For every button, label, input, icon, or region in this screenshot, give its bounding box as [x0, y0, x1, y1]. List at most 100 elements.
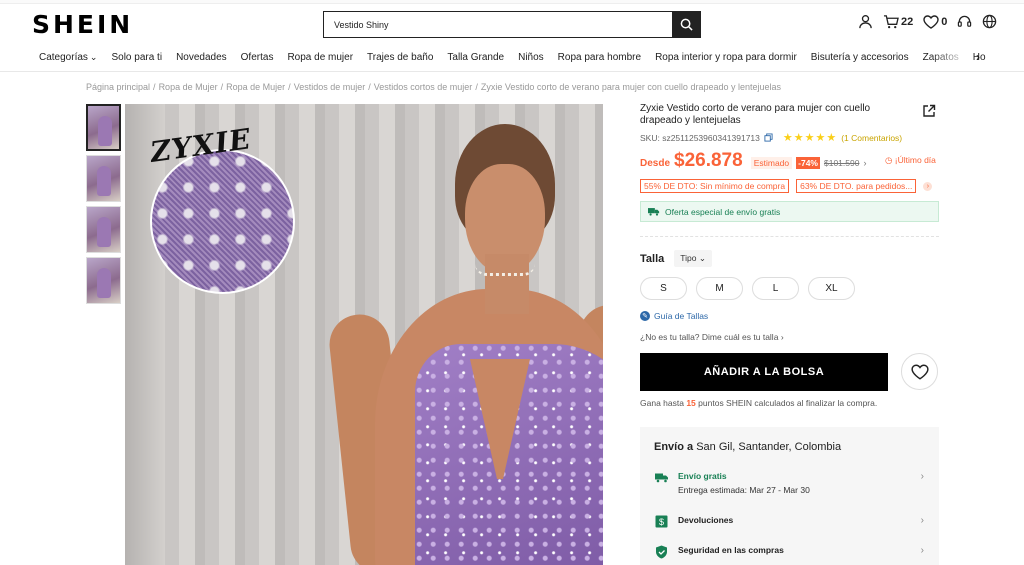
- size-option-s[interactable]: S: [640, 277, 687, 300]
- breadcrumb-link[interactable]: Ropa de Mujer: [159, 82, 218, 92]
- nav-item[interactable]: Solo para ti: [111, 52, 162, 63]
- breadcrumb: Página principal / Ropa de Mujer / Ropa de M…: [86, 82, 781, 92]
- chevron-right-icon[interactable]: ›: [863, 158, 866, 168]
- language-button[interactable]: [982, 14, 997, 29]
- sku-row: SKU: sz2511253960341391713 ★★★★★ (1 Come…: [640, 131, 902, 144]
- user-icon: [859, 15, 872, 29]
- add-to-bag-button[interactable]: AÑADIR A LA BOLSA: [640, 353, 888, 391]
- breadcrumb-link[interactable]: Página principal: [86, 82, 150, 92]
- wishlist-button[interactable]: 0: [923, 14, 948, 29]
- nav-item[interactable]: Categorías: [39, 52, 88, 63]
- share-button[interactable]: [922, 104, 936, 123]
- clock-icon: ◷: [885, 155, 893, 165]
- breadcrumb-separator: /: [220, 82, 224, 92]
- coupon-list: 55% DE DTO: Sin mínimo de compra 63% DE …: [640, 179, 933, 193]
- nav-fade: [930, 46, 970, 71]
- thumbnail-list: [86, 104, 121, 304]
- breadcrumb-link[interactable]: Vestidos cortos de mujer: [374, 82, 473, 92]
- nav-item[interactable]: Bisutería y accesorios: [811, 52, 909, 63]
- nav-item[interactable]: Ropa de mujer: [287, 52, 353, 63]
- truck-icon: [648, 208, 660, 216]
- coupon-badge[interactable]: 63% DE DTO. para pedidos...: [796, 179, 917, 193]
- product-title: Zyxie Vestido corto de verano para mujer…: [640, 103, 871, 126]
- rating-stars: ★★★★★: [782, 132, 838, 144]
- search-input[interactable]: [324, 12, 672, 37]
- breadcrumb-separator: /: [475, 82, 478, 92]
- divider: [640, 236, 939, 237]
- size-label: Talla: [640, 252, 665, 265]
- breadcrumb-separator: /: [368, 82, 371, 92]
- nav-next-button[interactable]: ›: [976, 50, 980, 64]
- search-button[interactable]: [672, 12, 700, 37]
- reviews-link[interactable]: (1 Comentarios): [841, 133, 902, 143]
- cart-button[interactable]: 22: [883, 14, 913, 29]
- returns-icon: $: [655, 515, 668, 528]
- search-bar: [323, 11, 701, 38]
- thumbnail[interactable]: [86, 257, 121, 304]
- account-button[interactable]: [858, 14, 873, 29]
- header-icons: 22 0: [858, 14, 997, 29]
- coupon-badge[interactable]: 55% DE DTO: Sin mínimo de compra: [640, 179, 790, 193]
- free-shipping-row[interactable]: Envío gratis Entrega estimada: Mar 27 - …: [654, 471, 924, 495]
- coupon-more-icon[interactable]: ›: [923, 181, 933, 191]
- free-shipping-banner: Oferta especial de envío gratis: [640, 201, 939, 222]
- fabric-detail-circle: [150, 149, 295, 294]
- nav-item[interactable]: Trajes de baño: [367, 52, 433, 63]
- top-strip: [0, 0, 1024, 4]
- cart-count: 22: [901, 15, 914, 28]
- breadcrumb-link[interactable]: Vestidos de mujer: [294, 82, 366, 92]
- globe-icon: [983, 14, 997, 29]
- chevron-down-icon: ⌄: [698, 253, 706, 263]
- nav-item[interactable]: Ofertas: [241, 52, 274, 63]
- breadcrumb-link[interactable]: Ropa de Mujer: [226, 82, 285, 92]
- price: $26.878: [674, 150, 743, 171]
- thumbnail[interactable]: [86, 206, 121, 253]
- size-type-dropdown[interactable]: Tipo ⌄: [674, 250, 712, 267]
- category-nav: Categorías ⌄ Solo para ti Novedades Ofertas R…: [0, 46, 1024, 72]
- nav-item[interactable]: Niños: [518, 52, 544, 63]
- svg-text:$: $: [659, 517, 664, 527]
- thumbnail[interactable]: [86, 155, 121, 202]
- main-product-image[interactable]: ZYXIE: [125, 104, 603, 565]
- price-row: Desde $26.878 Estimado -74% $101.590 ›: [640, 150, 866, 172]
- last-day-label: ◷ ¡Último día: [885, 155, 936, 165]
- old-price: $101.590: [823, 158, 860, 168]
- points-info: Gana hasta 15 puntos SHEIN calculados al…: [640, 398, 878, 408]
- shipping-panel: Envío a San Gil, Santander, Colombia Env…: [640, 427, 939, 565]
- price-prefix: Desde: [640, 158, 671, 169]
- size-option-l[interactable]: L: [752, 277, 799, 300]
- not-your-size-link[interactable]: ¿No es tu talla? Dime cuál es tu talla ›: [640, 332, 784, 342]
- heart-icon: [923, 14, 939, 29]
- support-button[interactable]: [957, 14, 972, 29]
- nav-item[interactable]: Novedades: [176, 52, 227, 63]
- add-to-wishlist-button[interactable]: [901, 353, 938, 390]
- size-header: Talla Tipo ⌄: [640, 250, 712, 267]
- nav-items: Categorías ⌄ Solo para ti Novedades Ofertas R…: [39, 52, 986, 63]
- wishlist-count: 0: [941, 15, 948, 28]
- size-option-m[interactable]: M: [696, 277, 743, 300]
- shein-logo[interactable]: SHEIN: [32, 10, 133, 39]
- breadcrumb-separator: /: [153, 82, 156, 92]
- copy-icon[interactable]: [764, 133, 773, 142]
- breadcrumb-link[interactable]: Zyxie Vestido corto de verano para mujer…: [481, 82, 781, 92]
- size-guide-link[interactable]: ✎ Guía de Tallas: [640, 311, 708, 321]
- breadcrumb-separator: /: [288, 82, 291, 92]
- truck-icon: [654, 473, 668, 483]
- sku-text: SKU: sz2511253960341391713: [640, 132, 760, 143]
- chevron-down-icon: ⌄: [89, 52, 98, 62]
- shield-icon: [656, 545, 667, 558]
- nav-item[interactable]: Ropa para hombre: [558, 52, 641, 63]
- security-row[interactable]: Seguridad en las compras ›: [654, 545, 924, 558]
- chevron-right-icon: ›: [920, 471, 924, 482]
- share-icon: [923, 104, 936, 117]
- nav-item[interactable]: Talla Grande: [447, 52, 504, 63]
- ruler-icon: ✎: [640, 311, 650, 321]
- headset-icon: [958, 15, 972, 27]
- chevron-right-icon: ›: [920, 545, 924, 556]
- thumbnail[interactable]: [86, 104, 121, 151]
- nav-item[interactable]: Ropa interior y ropa para dormir: [655, 52, 797, 63]
- shipping-destination[interactable]: Envío a San Gil, Santander, Colombia: [654, 441, 841, 453]
- returns-row[interactable]: $ Devoluciones ›: [654, 515, 924, 528]
- estimated-label: Estimado: [750, 157, 793, 169]
- size-option-xl[interactable]: XL: [808, 277, 855, 300]
